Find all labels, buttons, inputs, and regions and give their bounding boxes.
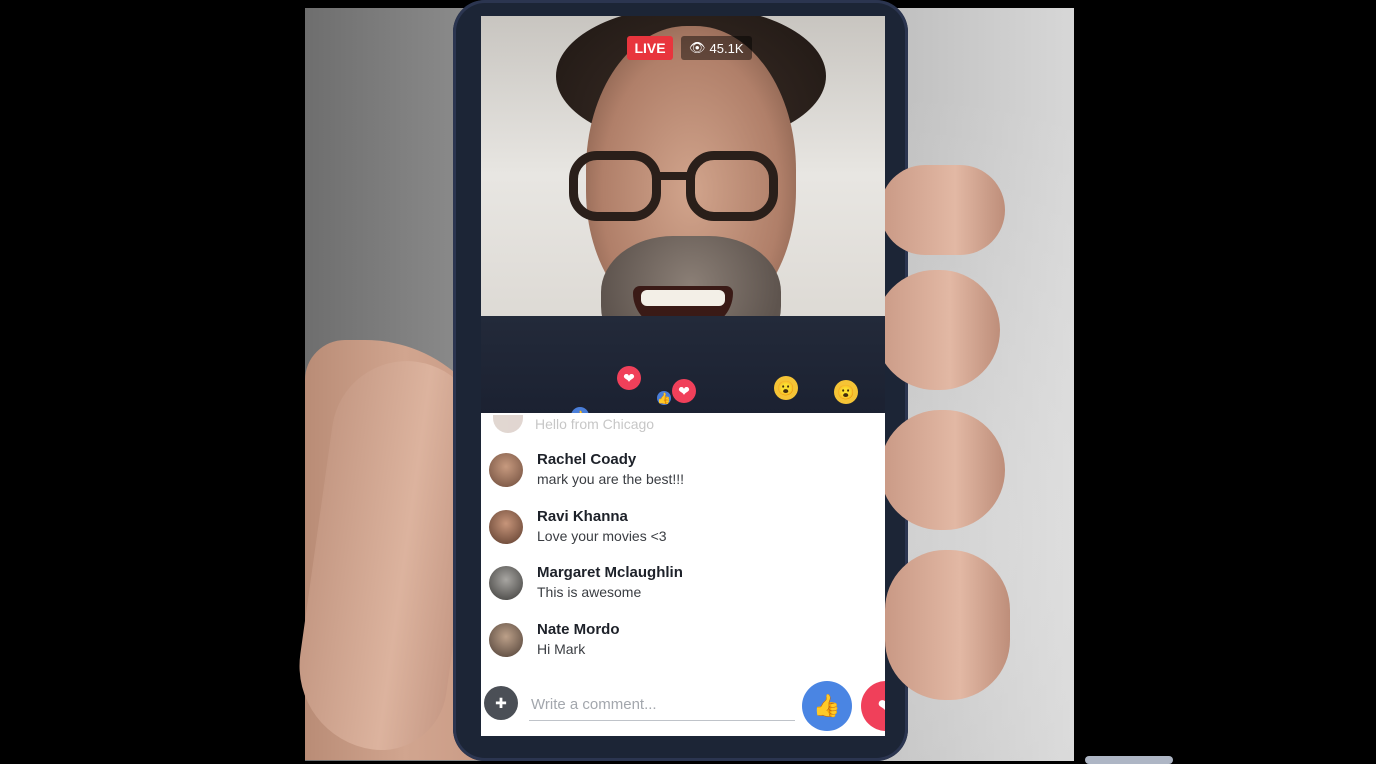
love-icon: ❤ bbox=[672, 379, 696, 403]
phone-screen: LIVE 👁 45.1K ❤ ❤ 👍 😮 😮 👍 Hello from Chic… bbox=[481, 16, 885, 736]
eye-icon: 👁 bbox=[689, 40, 706, 55]
comment-text: This is awesome bbox=[537, 584, 642, 600]
comment-input[interactable] bbox=[529, 688, 795, 721]
like-button[interactable]: 👍 bbox=[802, 681, 852, 731]
comment-item: Ravi Khanna Love your movies <3 bbox=[489, 508, 869, 558]
wow-icon: 😮 bbox=[834, 380, 858, 404]
viewer-count-text: 45.1K bbox=[709, 40, 744, 56]
avatar bbox=[493, 415, 523, 433]
finger-middle bbox=[875, 270, 1000, 390]
live-video[interactable]: LIVE 👁 45.1K ❤ ❤ 👍 😮 😮 👍 bbox=[481, 16, 885, 413]
love-icon: ❤ bbox=[878, 694, 885, 719]
viewer-count: 👁 45.1K bbox=[681, 36, 752, 60]
comment-item: Rachel Coady mark you are the best!!! bbox=[489, 451, 869, 501]
avatar[interactable] bbox=[489, 623, 523, 657]
love-button[interactable]: ❤ bbox=[861, 681, 885, 731]
finger-ring bbox=[880, 410, 1005, 530]
comment-text: Hi Mark bbox=[537, 641, 586, 657]
comment-composer: ✚ 👍 ❤ bbox=[481, 678, 885, 736]
avatar[interactable] bbox=[489, 453, 523, 487]
commenter-name[interactable]: Margaret Mclaughlin bbox=[537, 564, 683, 581]
faded-comment: Hello from Chicago bbox=[493, 415, 654, 433]
like-icon: 👍 bbox=[657, 391, 671, 405]
live-badge: LIVE bbox=[627, 36, 673, 60]
like-icon: 👍 bbox=[813, 693, 841, 718]
comment-item: Nate Mordo Hi Mark bbox=[489, 621, 869, 671]
home-button[interactable] bbox=[1085, 756, 1173, 764]
commenter-name[interactable]: Ravi Khanna bbox=[537, 508, 628, 525]
glasses-bridge bbox=[653, 172, 693, 180]
comment-item: Margaret Mclaughlin This is awesome bbox=[489, 564, 869, 614]
wow-icon: 😮 bbox=[774, 376, 798, 400]
comment-text: mark you are the best!!! bbox=[537, 471, 685, 487]
finger-pinky bbox=[885, 550, 1010, 700]
comment-text: Love your movies <3 bbox=[537, 528, 667, 544]
avatar[interactable] bbox=[489, 510, 523, 544]
glasses-left-lens bbox=[569, 151, 661, 221]
add-friend-icon[interactable]: ✚ bbox=[484, 686, 518, 720]
glasses-right-lens bbox=[686, 151, 778, 221]
commenter-name[interactable]: Nate Mordo bbox=[537, 621, 620, 638]
teeth bbox=[641, 290, 725, 306]
avatar[interactable] bbox=[489, 566, 523, 600]
finger-index bbox=[880, 165, 1005, 255]
love-icon: ❤ bbox=[617, 366, 641, 390]
comments-list[interactable]: Hello from Chicago Rachel Coady mark you… bbox=[481, 413, 885, 683]
commenter-name[interactable]: Rachel Coady bbox=[537, 451, 636, 468]
faded-comment-text: Hello from Chicago bbox=[535, 416, 655, 432]
